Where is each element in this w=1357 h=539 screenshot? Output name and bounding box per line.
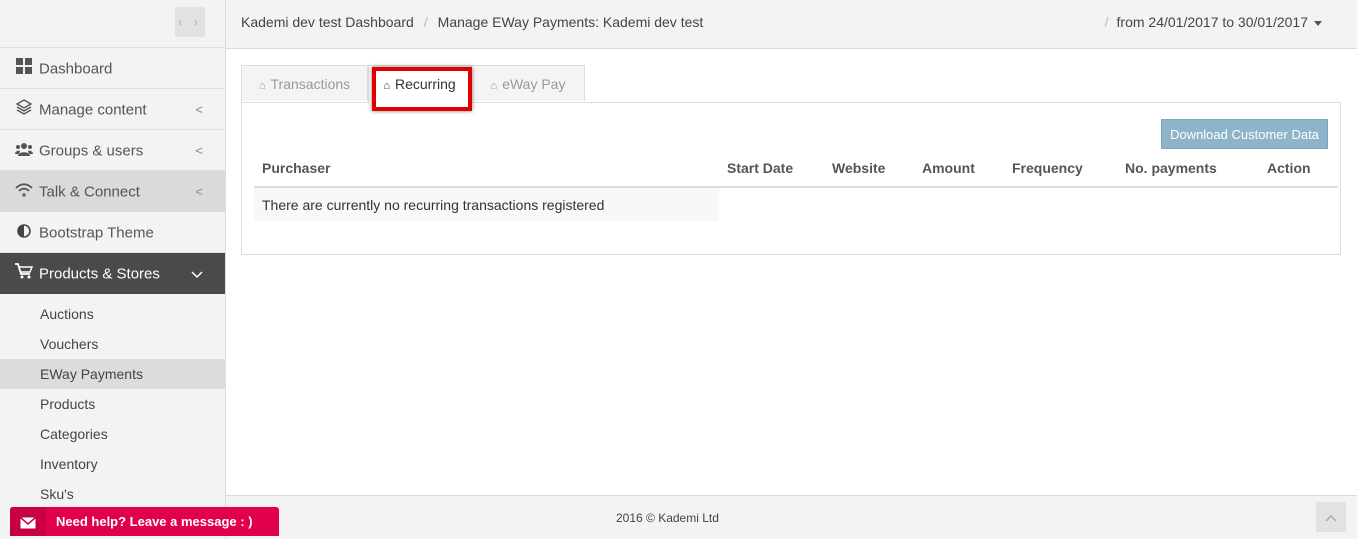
chevron-left-icon: < [195, 184, 203, 199]
sidebar-item-label: Groups & users [39, 142, 144, 160]
envelope-icon [10, 507, 46, 536]
empty-state-message: There are currently no recurring transac… [254, 187, 719, 221]
dashboard-icon [15, 49, 33, 90]
sidebar-submenu: Auctions Vouchers EWay Payments Products… [0, 294, 225, 509]
wifi-icon [15, 172, 33, 213]
sidebar-subitem-eway-payments[interactable]: EWay Payments [0, 359, 225, 389]
scroll-to-top-button[interactable] [1316, 502, 1346, 532]
home-icon: ⌂ [490, 80, 498, 92]
table-cell-empty [719, 187, 1338, 221]
users-icon [15, 131, 33, 172]
column-amount: Amount [914, 150, 1004, 188]
column-purchaser: Purchaser [254, 150, 719, 188]
column-website: Website [824, 150, 914, 188]
tab-label: eWay Pay [502, 76, 566, 92]
sidebar-header: ‹ › [0, 0, 225, 48]
main-content: ⌂ Transactions ⌂ Recurring ⌂ eWay Pay Downl… [226, 49, 1357, 495]
page-footer: 2016 © Kademi Ltd [226, 495, 1357, 539]
help-chat-label: Need help? Leave a message : ) [56, 514, 253, 529]
recurring-table: Purchaser Start Date Website Amount Freq… [254, 150, 1338, 221]
sidebar-subitem-auctions[interactable]: Auctions [0, 299, 225, 329]
date-separator: / [1104, 14, 1109, 30]
column-start-date: Start Date [719, 150, 824, 188]
page-header: Kademi dev test Dashboard / Manage EWay Pa… [226, 0, 1357, 49]
chevron-left-icon: < [195, 143, 203, 158]
sidebar-item-products-stores[interactable]: Products & Stores [0, 253, 225, 294]
breadcrumb-current: Manage EWay Payments: Kademi dev test [437, 14, 704, 30]
sidebar-toggle-button[interactable]: ‹ › [175, 7, 205, 37]
sidebar-item-talk-connect[interactable]: Talk & Connect < [0, 171, 225, 212]
sidebar-subitem-vouchers[interactable]: Vouchers [0, 329, 225, 359]
sidebar-item-manage-content[interactable]: Manage content < [0, 89, 225, 130]
recurring-panel: Download Customer Data Purchaser Start D… [241, 102, 1341, 255]
chevron-down-icon [191, 253, 203, 294]
copyright-text: 2016 © Kademi Ltd [616, 511, 719, 525]
date-range-label: from 24/01/2017 to 30/01/2017 [1116, 14, 1308, 30]
sidebar-item-label: Dashboard [39, 60, 113, 78]
tab-eway-pay[interactable]: ⌂ eWay Pay [471, 65, 585, 101]
tab-transactions[interactable]: ⌂ Transactions [241, 65, 368, 101]
sidebar-item-dashboard[interactable]: Dashboard [0, 48, 225, 89]
caret-down-icon [1314, 20, 1322, 26]
sidebar-subitem-categories[interactable]: Categories [0, 419, 225, 449]
cart-icon [15, 254, 34, 295]
home-icon: ⌂ [258, 80, 266, 92]
sidebar-item-groups-users[interactable]: Groups & users < [0, 130, 225, 171]
breadcrumb-dashboard-link[interactable]: Kademi dev test Dashboard [241, 14, 414, 30]
download-customer-data-button[interactable]: Download Customer Data [1161, 119, 1328, 149]
sidebar-subitem-skus[interactable]: Sku's [0, 479, 225, 509]
contrast-icon [15, 213, 33, 254]
breadcrumb-separator: / [423, 14, 428, 30]
sidebar-item-label: Products & Stores [39, 265, 160, 283]
layers-icon [15, 90, 33, 131]
sidebar-subitem-products[interactable]: Products [0, 389, 225, 419]
table-row: There are currently no recurring transac… [254, 187, 1338, 221]
column-frequency: Frequency [1004, 150, 1117, 188]
date-range-selector[interactable]: / from 24/01/2017 to 30/01/2017 [1105, 14, 1322, 30]
sidebar-item-label: Manage content [39, 101, 147, 119]
sidebar-item-label: Bootstrap Theme [39, 224, 154, 242]
sidebar-item-bootstrap-theme[interactable]: Bootstrap Theme [0, 212, 225, 253]
help-chat-widget[interactable]: Need help? Leave a message : ) [10, 507, 279, 536]
sidebar-item-label: Talk & Connect [39, 183, 140, 201]
table-header-row: Purchaser Start Date Website Amount Freq… [254, 150, 1338, 188]
breadcrumb: Kademi dev test Dashboard / Manage EWay Pa… [241, 14, 703, 30]
column-action: Action [1259, 150, 1338, 188]
chevron-left-icon: < [195, 102, 203, 117]
sidebar: ‹ › Dashboard Manage content < Groups & … [0, 0, 226, 538]
chevron-up-icon [1325, 514, 1337, 522]
tab-label: Transactions [270, 76, 351, 92]
sidebar-subitem-inventory[interactable]: Inventory [0, 449, 225, 479]
column-no-payments: No. payments [1117, 150, 1259, 188]
tab-highlight-box [372, 67, 472, 111]
